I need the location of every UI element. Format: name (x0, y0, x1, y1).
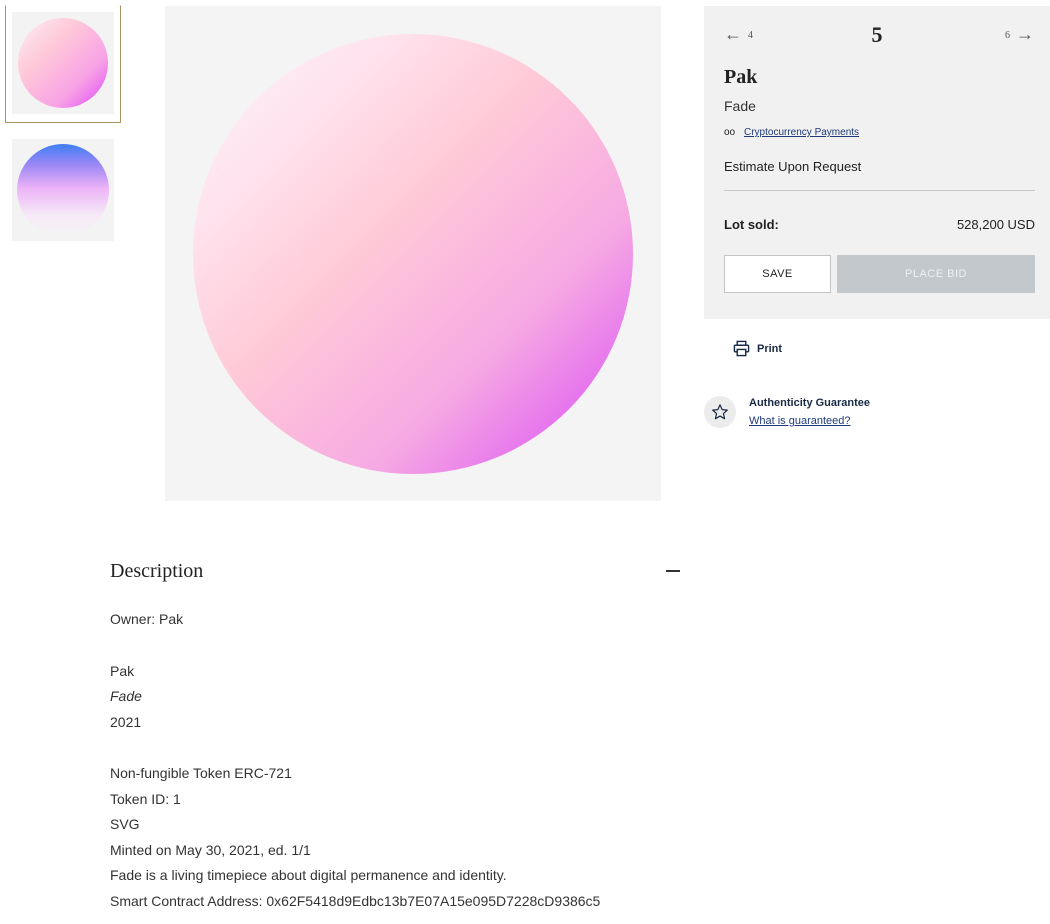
collapse-minus-icon[interactable] (666, 570, 680, 572)
thumbnail-fade[interactable] (5, 5, 121, 123)
estimate-text: Estimate Upon Request (724, 159, 862, 174)
thumbnail-blue[interactable] (12, 139, 114, 241)
description-line: Fade (110, 688, 142, 704)
printer-icon (733, 340, 750, 357)
description-line: SVG (110, 816, 140, 832)
what-is-guaranteed-link[interactable]: What is guaranteed? (749, 415, 851, 427)
description-line: Non-fungible Token ERC-721 (110, 765, 292, 781)
artist-name: Pak (724, 66, 758, 88)
place-bid-button[interactable]: PLACE BID (837, 255, 1035, 293)
glasses-icon: oo (724, 127, 736, 138)
authenticity-title: Authenticity Guarantee (749, 397, 871, 409)
lot-sold-label: Lot sold: (724, 217, 779, 232)
description-line: Owner: Pak (110, 611, 184, 627)
description-line: Token ID: 1 (110, 791, 181, 807)
lot-sold-value: 528,200 USD (956, 217, 1035, 232)
next-lot-number: 6 (1005, 30, 1010, 42)
crypto-payments-link[interactable]: Cryptocurrency Payments (744, 127, 859, 138)
print-label: Print (757, 342, 783, 355)
artwork-title: Fade (724, 98, 756, 114)
thumbnail-blue-image (17, 144, 109, 236)
description-heading: Description (110, 560, 204, 582)
lot-panel: ← 4 5 6 → Pak Fade oo Cryptocurrency Paymen… (704, 6, 1050, 319)
print-button[interactable]: Print (733, 340, 782, 357)
next-lot-link[interactable]: 6 → (1005, 24, 1034, 45)
main-artwork-image[interactable] (165, 6, 661, 501)
description-line: Smart Contract Address: 0x62F5418d9Edbc1… (110, 893, 601, 909)
save-button[interactable]: SAVE (724, 255, 831, 293)
thumbnail-fade-image (18, 18, 108, 108)
arrow-right-icon: → (1016, 24, 1034, 44)
star-icon (704, 396, 736, 428)
divider (724, 190, 1035, 191)
crypto-payments: oo Cryptocurrency Payments (724, 127, 859, 138)
artwork-fade-circle (193, 34, 633, 474)
thumbnail-fade-frame (12, 12, 114, 114)
lot-number: 5 (871, 22, 883, 47)
description-line: Fade is a living timepiece about digital… (110, 867, 507, 883)
description-line: 2021 (110, 714, 142, 730)
description-line: Minted on May 30, 2021, ed. 1/1 (110, 842, 311, 858)
description-line: Pak (110, 663, 135, 679)
